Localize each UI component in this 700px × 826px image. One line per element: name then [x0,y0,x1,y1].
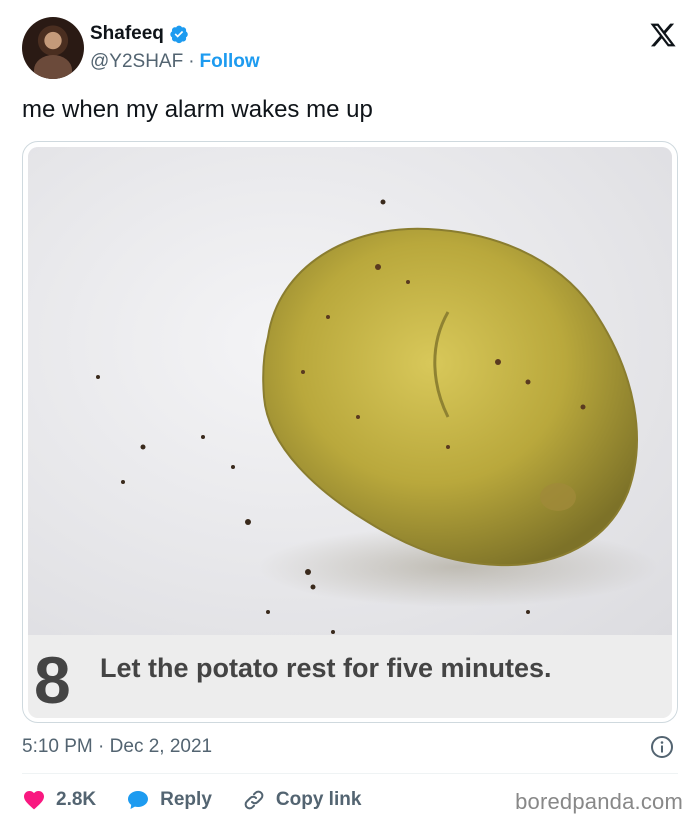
tweet-header: Shafeeq @Y2SHAF · Follow [22,17,678,81]
reply-label: Reply [160,789,212,810]
separator: · [188,51,195,72]
follow-button[interactable]: Follow [200,51,260,73]
tweet-text: me when my alarm wakes me up [22,96,373,123]
author-handle[interactable]: @Y2SHAF [90,51,183,73]
heart-icon [24,791,44,810]
tweet-date: Dec 2, 2021 [109,736,213,757]
baked-potato-image [96,199,658,634]
potato-photo: 8 Let the potato rest for five minutes. [28,147,672,718]
x-logo-icon[interactable] [648,21,678,49]
tweet-media[interactable]: 8 Let the potato rest for five minutes. [22,141,678,723]
copy-link-label: Copy link [275,789,362,810]
handle-row: @Y2SHAF · Follow [90,51,260,73]
watermark: boredpanda.com [515,789,683,814]
author-name-row: Shafeeq [90,23,189,45]
step-number: 8 [34,643,71,717]
verified-badge-icon [170,25,188,44]
tweet-time: 5:10 PM [22,736,93,757]
action-bar: 2.8K Reply Copy link [22,786,391,814]
reply-button[interactable]: Reply [126,788,212,812]
copy-link-button[interactable]: Copy link [242,788,362,812]
tweet-timestamp[interactable]: 5:10 PM · Dec 2, 2021 [22,736,212,758]
link-icon [244,790,264,810]
meta-separator: · [98,736,105,757]
like-button[interactable]: 2.8K [22,788,96,812]
step-instruction: Let the potato rest for five minutes. [100,653,552,683]
author-name[interactable]: Shafeeq [90,23,164,45]
info-icon[interactable] [650,735,674,759]
avatar[interactable] [22,17,84,79]
divider [22,773,678,774]
like-count: 2.8K [56,789,97,810]
speech-bubble-icon [128,791,149,809]
